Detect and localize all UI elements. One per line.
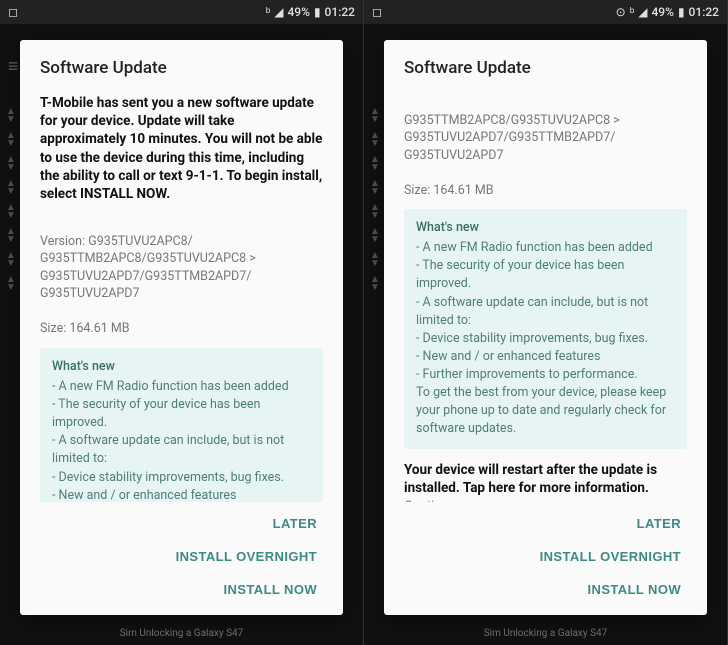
- battery-text: 49%: [651, 5, 673, 19]
- battery-icon: ▮: [678, 5, 685, 19]
- install-now-button[interactable]: INSTALL NOW: [578, 574, 691, 605]
- whats-new-box: What's new - A new FM Radio function has…: [404, 209, 687, 449]
- install-overnight-button[interactable]: INSTALL OVERNIGHT: [166, 541, 327, 572]
- signal-icon: ◢: [274, 5, 283, 19]
- install-now-button[interactable]: INSTALL NOW: [214, 574, 327, 605]
- signal-icon: ◢: [638, 5, 647, 19]
- nav-icon: ◻: [372, 5, 382, 19]
- whats-new-body: - A new FM Radio function has been added…: [416, 239, 675, 438]
- update-dialog: Software Update T-Mobile has sent you a …: [20, 40, 343, 615]
- whats-new-body: - A new FM Radio function has been added…: [52, 378, 311, 502]
- update-dialog: Software Update G935TTMB2APC8/G935TUVU2A…: [384, 40, 707, 615]
- phone-right: ◻ ⊙ ᵇ ◢ 49% ▮ 01:22 ▲▼1 ▲▼1 ▲▼1 ▲▼3 ▲▼1 …: [364, 0, 728, 645]
- whats-new-box: What's new - A new FM Radio function has…: [40, 348, 323, 502]
- version-text: G935TTMB2APC8/G935TUVU2APC8 > G935TUVU2A…: [404, 94, 687, 199]
- whats-new-title: What's new: [416, 219, 675, 237]
- alarm-icon: ⊙: [616, 5, 626, 19]
- bg-bottom-text: Sim Unlocking a Galaxy S47: [0, 628, 363, 639]
- bluetooth-icon: ᵇ: [266, 5, 271, 19]
- phone-left: ◻ ᵇ ◢ 49% ▮ 01:22 ≡ ▲▼1 ▲▼1 ▲▼1 ▲▼3 ▲▼1 …: [0, 0, 364, 645]
- hamburger-icon: ≡: [8, 56, 19, 77]
- nav-icon: ◻: [8, 5, 18, 19]
- battery-text: 49%: [287, 5, 309, 19]
- restart-text[interactable]: Your device will restart after the updat…: [404, 461, 687, 497]
- clock-text: 01:22: [325, 5, 355, 19]
- dialog-title: Software Update: [20, 40, 343, 88]
- status-bar: ◻ ᵇ ◢ 49% ▮ 01:22: [0, 0, 363, 24]
- dialog-main-text: T-Mobile has sent you a new software upd…: [40, 94, 323, 203]
- whats-new-title: What's new: [52, 358, 311, 376]
- status-bar: ◻ ⊙ ᵇ ◢ 49% ▮ 01:22: [364, 0, 727, 24]
- later-button[interactable]: LATER: [627, 508, 691, 539]
- install-overnight-button[interactable]: INSTALL OVERNIGHT: [530, 541, 691, 572]
- clock-text: 01:22: [689, 5, 719, 19]
- battery-icon: ▮: [314, 5, 321, 19]
- version-text: Version: G935TUVU2APC8/ G935TTMB2APC8/G9…: [40, 215, 323, 338]
- dialog-title: Software Update: [384, 40, 707, 88]
- bluetooth-icon: ᵇ: [630, 5, 635, 19]
- bg-bottom-text: Sim Unlocking a Galaxy S47: [364, 628, 727, 639]
- later-button[interactable]: LATER: [263, 508, 327, 539]
